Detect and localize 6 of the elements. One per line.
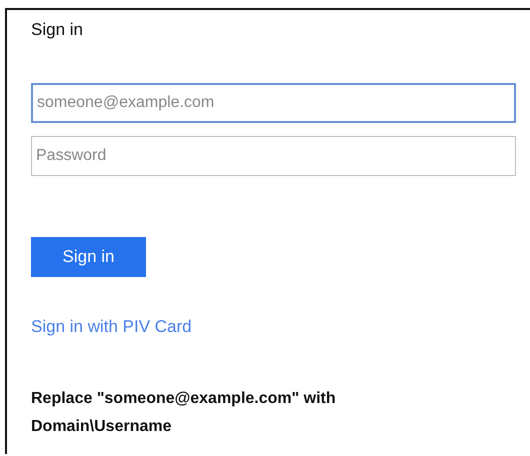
piv-card-link[interactable]: Sign in with PIV Card xyxy=(31,317,192,337)
email-field[interactable]: someone@example.com xyxy=(31,83,516,123)
sign-in-button[interactable]: Sign in xyxy=(31,237,146,277)
instruction-text: Replace "someone@example.com" with Domain\Username xyxy=(31,389,337,437)
password-field[interactable]: Password xyxy=(31,136,516,176)
sign-in-title: Sign in xyxy=(31,20,84,40)
